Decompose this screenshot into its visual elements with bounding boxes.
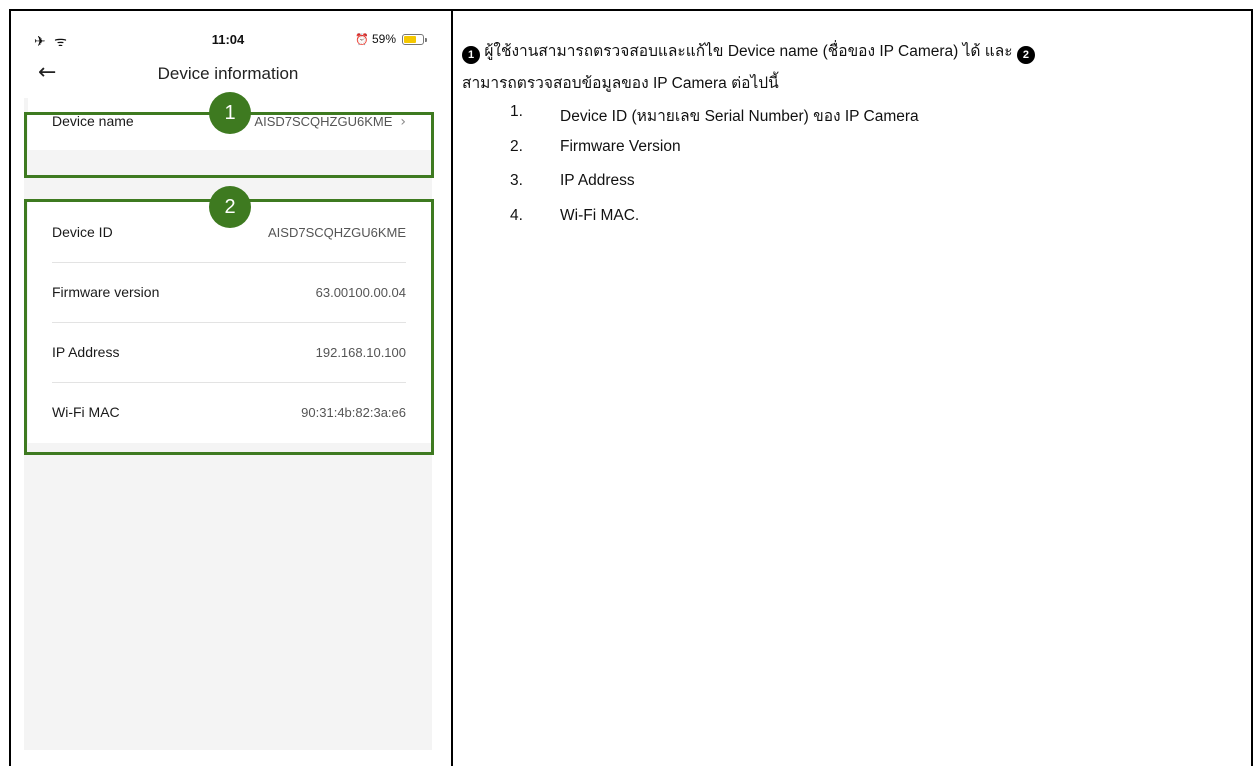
alarm-clock-icon: ⏰ <box>355 32 369 46</box>
description-line-2: สามารถตรวจสอบข้อมูลของ IP Camera ต่อไปนี… <box>462 75 779 92</box>
list-number: 1. <box>510 103 523 120</box>
status-bar: ✈ ᯤ 11:04 ⏰ 59% <box>24 24 432 58</box>
marker-2: 2 <box>1016 46 1035 64</box>
list-number: 2. <box>510 137 523 155</box>
battery-icon <box>402 33 427 45</box>
info-list: 1. Device ID (หมายเลข Serial Number) ของ… <box>510 103 919 241</box>
list-text: IP Address <box>560 172 635 189</box>
column-divider <box>451 9 453 766</box>
description-line-1: ผู้ใช้งานสามารถตรวจสอบและแก้ไข Device na… <box>484 43 1013 60</box>
callout-badge-1: 1 <box>209 92 251 134</box>
list-item: 2. Firmware Version <box>510 138 919 173</box>
list-text: Firmware Version <box>560 137 681 155</box>
list-text: Wi-Fi MAC. <box>560 206 640 224</box>
list-item: 4. Wi-Fi MAC. <box>510 207 919 242</box>
description-text: 1 ผู้ใช้งานสามารถตรวจสอบและแก้ไข Device … <box>462 36 1242 100</box>
list-item: 3. IP Address <box>510 172 919 207</box>
marker-1: 1 <box>462 46 480 64</box>
battery-fill <box>404 35 416 43</box>
highlight-box-2 <box>24 199 434 455</box>
list-number: 4. <box>510 206 523 224</box>
list-item: 1. Device ID (หมายเลข Serial Number) ของ… <box>510 103 919 138</box>
battery-nub <box>425 37 427 42</box>
battery-percent: 59% <box>371 32 396 46</box>
page-title: Device information <box>157 64 299 83</box>
callout-badge-2: 2 <box>209 186 251 228</box>
list-number: 3. <box>510 172 523 189</box>
status-right: ⏰ 59% <box>355 32 427 46</box>
list-text: Device ID (หมายเลข Serial Number) ของ IP… <box>560 108 919 125</box>
